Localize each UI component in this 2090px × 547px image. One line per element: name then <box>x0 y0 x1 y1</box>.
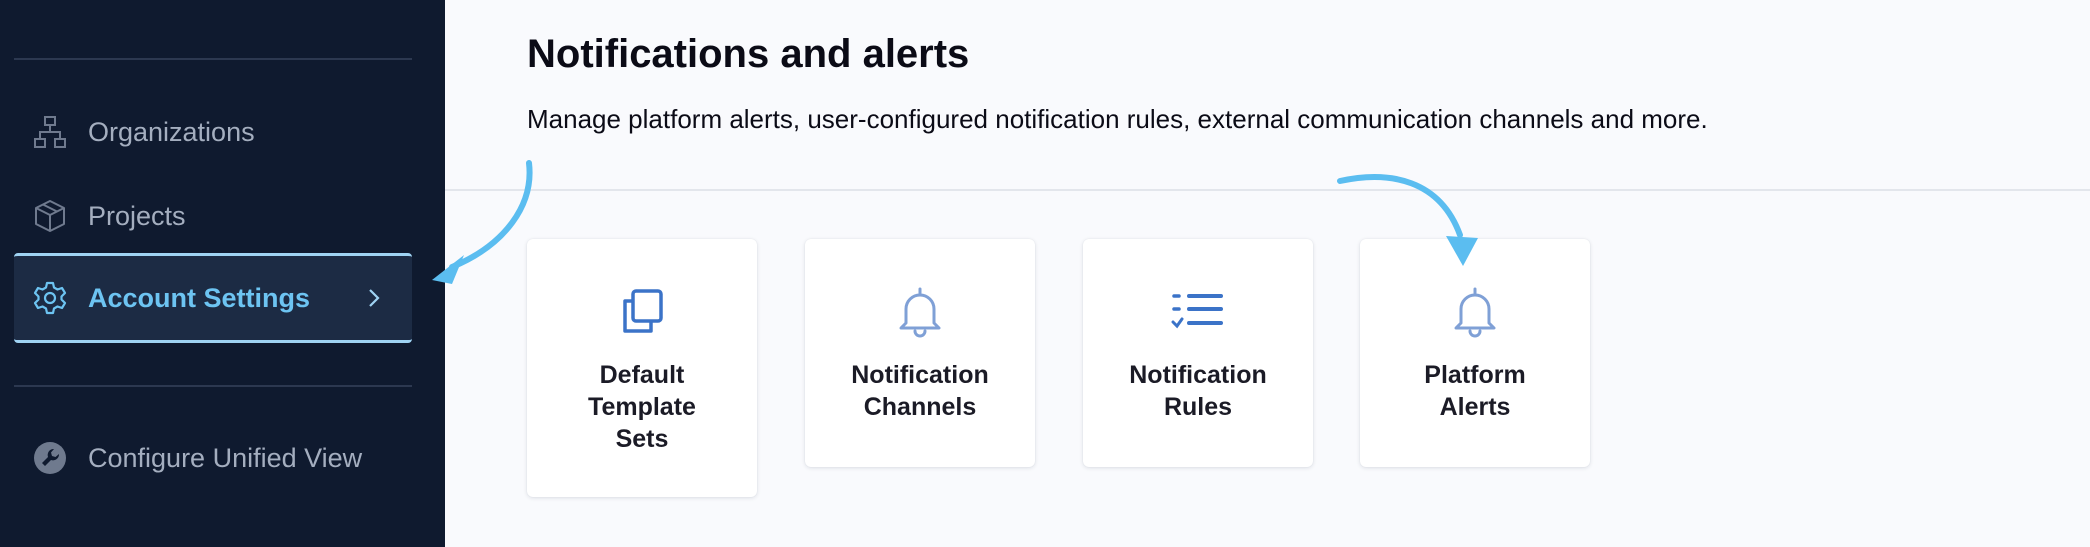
chevron-right-icon <box>369 289 380 307</box>
bell-icon <box>893 285 947 339</box>
organizations-icon <box>32 114 68 150</box>
card-label: Platform Alerts <box>1424 361 1526 421</box>
sidebar-divider <box>14 385 412 387</box>
bell-icon <box>1448 285 1502 339</box>
sidebar-item-label: Configure Unified View <box>88 442 363 473</box>
gear-icon <box>32 280 68 316</box>
card-platform-alerts[interactable]: Platform Alerts <box>1360 239 1590 467</box>
wrench-icon <box>32 440 68 476</box>
card-default-template-sets[interactable]: Default Template Sets <box>527 239 757 497</box>
sidebar-item-account-settings[interactable]: Account Settings <box>14 253 412 343</box>
arrow-to-account-settings <box>449 160 533 270</box>
checklist-icon <box>1171 285 1225 339</box>
sidebar-item-organizations[interactable]: Organizations <box>14 87 412 177</box>
page-subtitle: Manage platform alerts, user-configured … <box>527 104 1708 134</box>
page-title: Notifications and alerts <box>527 32 970 76</box>
sidebar-divider <box>14 58 412 60</box>
sidebar-item-label: Account Settings <box>88 282 311 313</box>
copy-icon <box>615 285 669 339</box>
sidebar-item-configure-unified-view[interactable]: Configure Unified View <box>14 413 412 503</box>
card-label: Notification Channels <box>851 361 989 421</box>
cube-icon <box>32 198 68 234</box>
card-notification-channels[interactable]: Notification Channels <box>805 239 1035 467</box>
sidebar-item-label: Organizations <box>88 116 255 147</box>
sidebar-item-projects[interactable]: Projects <box>14 171 412 261</box>
card-label: Notification Rules <box>1129 361 1267 421</box>
arrow-to-platform-alerts <box>1337 174 1463 238</box>
card-notification-rules[interactable]: Notification Rules <box>1083 239 1313 467</box>
sidebar-item-label: Projects <box>88 200 186 231</box>
content-divider <box>445 189 2090 191</box>
sidebar: Organizations Projects Account Settings <box>0 0 445 547</box>
card-label: Default Template Sets <box>588 361 696 453</box>
